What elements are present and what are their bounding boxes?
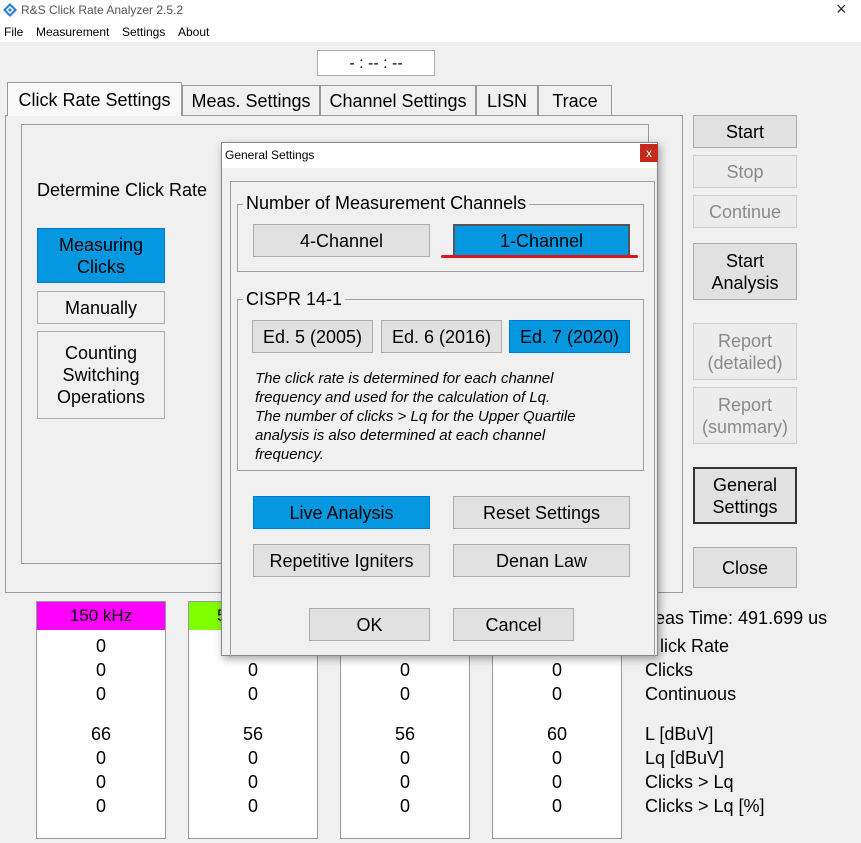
- ch1-l: 66: [90, 724, 112, 744]
- ch3-lq: 0: [399, 748, 410, 768]
- menu-file[interactable]: File: [4, 25, 23, 39]
- window-close-button[interactable]: ×: [836, 0, 847, 20]
- window-title: R&S Click Rate Analyzer 2.5.2: [21, 3, 184, 17]
- ch2-l: 56: [242, 724, 264, 744]
- close-button[interactable]: Close: [693, 547, 797, 588]
- ch1-clicks-gt-lq-pct: 0: [95, 796, 106, 816]
- channel-1-header: 150 kHz: [37, 602, 165, 630]
- cispr-note-line-3: The number of clicks > Lq for the Upper …: [255, 408, 576, 425]
- ed7-2020-button[interactable]: Ed. 7 (2020): [509, 320, 630, 353]
- one-channel-button[interactable]: 1-Channel: [453, 224, 630, 257]
- ch1-clicks: 0: [95, 660, 106, 680]
- ch2-continuous: 0: [247, 684, 258, 704]
- ch3-continuous: 0: [399, 684, 410, 704]
- measuring-clicks-button[interactable]: Measuring Clicks: [37, 228, 165, 283]
- determine-click-rate-heading: Determine Click Rate: [37, 180, 208, 200]
- start-analysis-button[interactable]: Start Analysis: [693, 243, 797, 300]
- four-channel-button[interactable]: 4-Channel: [253, 224, 430, 257]
- ch2-lq: 0: [247, 748, 258, 768]
- tab-channel-settings[interactable]: Channel Settings: [320, 85, 476, 115]
- label-click-rate: lick Rate: [660, 636, 730, 656]
- annotation-underline: [441, 255, 638, 258]
- cispr-group-title: CISPR 14-1: [243, 289, 346, 310]
- menu-settings[interactable]: Settings: [122, 25, 165, 39]
- repetitive-igniters-button[interactable]: Repetitive Igniters: [253, 544, 430, 577]
- ch2-clicks: 0: [247, 660, 258, 680]
- label-clicks: Clicks: [645, 660, 693, 680]
- channels-group-title: Number of Measurement Channels: [243, 193, 530, 214]
- counting-switching-operations-button[interactable]: Counting Switching Operations: [37, 331, 165, 419]
- ch4-continuous: 0: [551, 684, 562, 704]
- ed6-2016-button[interactable]: Ed. 6 (2016): [381, 320, 502, 353]
- cispr-note-line-2: frequency and used for the calculation o…: [255, 389, 551, 406]
- ch1-continuous: 0: [95, 684, 106, 704]
- ch2-clicks-gt-lq: 0: [247, 772, 258, 792]
- ch1-click-rate: 0: [95, 636, 106, 656]
- continue-button[interactable]: Continue: [693, 195, 797, 228]
- ch4-l: 60: [546, 724, 568, 744]
- ch3-clicks-gt-lq-pct: 0: [399, 796, 410, 816]
- ok-button[interactable]: OK: [309, 608, 430, 641]
- denan-law-button[interactable]: Denan Law: [453, 544, 630, 577]
- menu-measurement[interactable]: Measurement: [36, 25, 109, 39]
- tab-click-rate-settings[interactable]: Click Rate Settings: [7, 82, 182, 116]
- ch3-clicks: 0: [399, 660, 410, 680]
- cispr-note-line-5: frequency.: [255, 446, 324, 463]
- label-clicks-gt-lq: Clicks > Lq: [645, 772, 734, 792]
- ch4-clicks-gt-lq: 0: [551, 772, 562, 792]
- ch2-clicks-gt-lq-pct: 0: [247, 796, 258, 816]
- start-button[interactable]: Start: [693, 115, 797, 148]
- tab-trace[interactable]: Trace: [538, 85, 612, 115]
- reset-settings-button[interactable]: Reset Settings: [453, 496, 630, 529]
- tab-lisn[interactable]: LISN: [476, 85, 538, 115]
- general-settings-button[interactable]: General Settings: [693, 467, 797, 524]
- ch1-clicks-gt-lq: 0: [95, 772, 106, 792]
- cispr-note-line-4: analysis is also determined at each chan…: [255, 427, 546, 444]
- ch3-clicks-gt-lq: 0: [399, 772, 410, 792]
- live-analysis-button[interactable]: Live Analysis: [253, 496, 430, 529]
- cancel-button[interactable]: Cancel: [453, 608, 574, 641]
- label-clicks-gt-lq-pct: Clicks > Lq [%]: [645, 796, 765, 816]
- dialog-close-button[interactable]: x: [640, 144, 658, 162]
- ch4-clicks-gt-lq-pct: 0: [551, 796, 562, 816]
- meas-time-label: eas Time: 491.699 us: [655, 608, 828, 628]
- label-l-dbuv: L [dBuV]: [645, 724, 714, 744]
- ed5-2005-button[interactable]: Ed. 5 (2005): [252, 320, 373, 353]
- cispr-note-line-1: The click rate is determined for each ch…: [255, 370, 554, 387]
- stop-button[interactable]: Stop: [693, 155, 797, 188]
- ch4-lq: 0: [551, 748, 562, 768]
- app-logo-icon: [3, 3, 17, 17]
- manually-button[interactable]: Manually: [37, 291, 165, 324]
- label-lq-dbuv: Lq [dBuV]: [645, 748, 725, 768]
- tab-meas-settings[interactable]: Meas. Settings: [182, 85, 320, 115]
- ch3-l: 56: [394, 724, 416, 744]
- report-summary-button[interactable]: Report (summary): [693, 387, 797, 444]
- timer-display: - : -- : --: [317, 50, 435, 76]
- ch4-clicks: 0: [551, 660, 562, 680]
- ch1-lq: 0: [95, 748, 106, 768]
- menu-about[interactable]: About: [178, 25, 209, 39]
- label-continuous: Continuous: [645, 684, 737, 704]
- report-detailed-button[interactable]: Report (detailed): [693, 323, 797, 380]
- dialog-title: General Settings: [225, 148, 315, 162]
